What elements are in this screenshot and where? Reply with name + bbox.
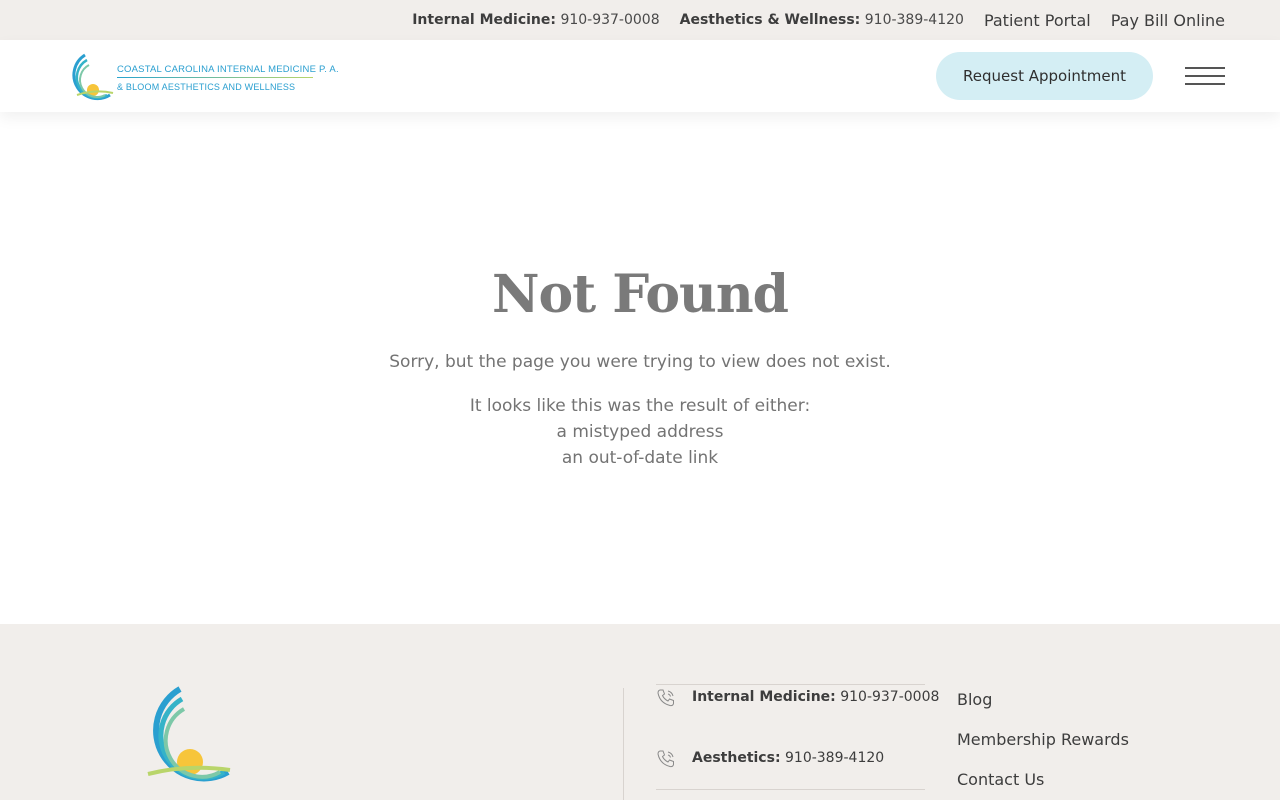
- menu-bar-bottom: [1185, 83, 1225, 85]
- reason-intro: It looks like this was the result of eit…: [469, 396, 811, 416]
- pay-bill-link[interactable]: Pay Bill Online: [1111, 11, 1225, 30]
- internal-medicine-label: Internal Medicine:: [412, 12, 556, 28]
- footer-link-blog[interactable]: Blog: [957, 688, 1129, 728]
- footer-phone-aesthetics[interactable]: Aesthetics: 910-389-4120: [656, 685, 925, 790]
- hamburger-menu-icon[interactable]: [1185, 64, 1225, 88]
- menu-bar-middle: [1185, 75, 1225, 77]
- footer-divider: [623, 688, 624, 800]
- footer-phone-label: Aesthetics:: [692, 750, 781, 766]
- aesthetics-wellness-number: 910-389-4120: [864, 12, 964, 28]
- page-title: Not Found: [491, 264, 789, 325]
- footer-phone-number: 910-389-4120: [785, 750, 885, 766]
- internal-medicine-number: 910-937-0008: [560, 12, 660, 28]
- phone-icon: [657, 750, 674, 768]
- logo-line-1: COASTAL CAROLINA INTERNAL MEDICINE P. A.: [117, 64, 339, 75]
- site-header: COASTAL CAROLINA INTERNAL MEDICINE P. A.…: [0, 40, 1280, 112]
- not-found-reasons: It looks like this was the result of eit…: [0, 393, 1280, 471]
- footer-link-contact-us[interactable]: Contact Us: [957, 768, 1129, 800]
- wave-sun-logo-icon: [72, 53, 114, 101]
- footer-logo-wordmark: [55, 796, 295, 800]
- aesthetics-wellness-phone[interactable]: Aesthetics & Wellness: 910-389-4120: [680, 12, 964, 28]
- footer-links: Blog Membership Rewards Contact Us: [957, 688, 1129, 800]
- site-footer: Internal Medicine: 910-937-0008 Aestheti…: [0, 624, 1280, 800]
- reason-mistyped: a mistyped address: [556, 422, 724, 442]
- not-found-message: Sorry, but the page you were trying to v…: [389, 352, 891, 372]
- menu-bar-top: [1185, 67, 1225, 69]
- request-appointment-button[interactable]: Request Appointment: [936, 52, 1153, 100]
- aesthetics-wellness-label: Aesthetics & Wellness:: [679, 12, 861, 28]
- internal-medicine-phone[interactable]: Internal Medicine: 910-937-0008: [412, 12, 659, 28]
- top-utility-bar: Internal Medicine: 910-937-0008 Aestheti…: [0, 0, 1280, 40]
- reason-outdated: an out-of-date link: [561, 448, 719, 468]
- logo-rule: [117, 77, 313, 78]
- footer-link-membership-rewards[interactable]: Membership Rewards: [957, 728, 1129, 768]
- footer-logo-icon[interactable]: [118, 686, 232, 784]
- not-found-content: Not Found Sorry, but the page you were t…: [0, 112, 1280, 624]
- footer-phone-internal-medicine[interactable]: Internal Medicine: 910-937-0008: [656, 624, 939, 707]
- logo-line-2: & BLOOM AESTHETICS AND WELLNESS: [117, 82, 296, 92]
- patient-portal-link[interactable]: Patient Portal: [984, 11, 1091, 30]
- site-logo[interactable]: COASTAL CAROLINA INTERNAL MEDICINE P. A.…: [55, 51, 339, 101]
